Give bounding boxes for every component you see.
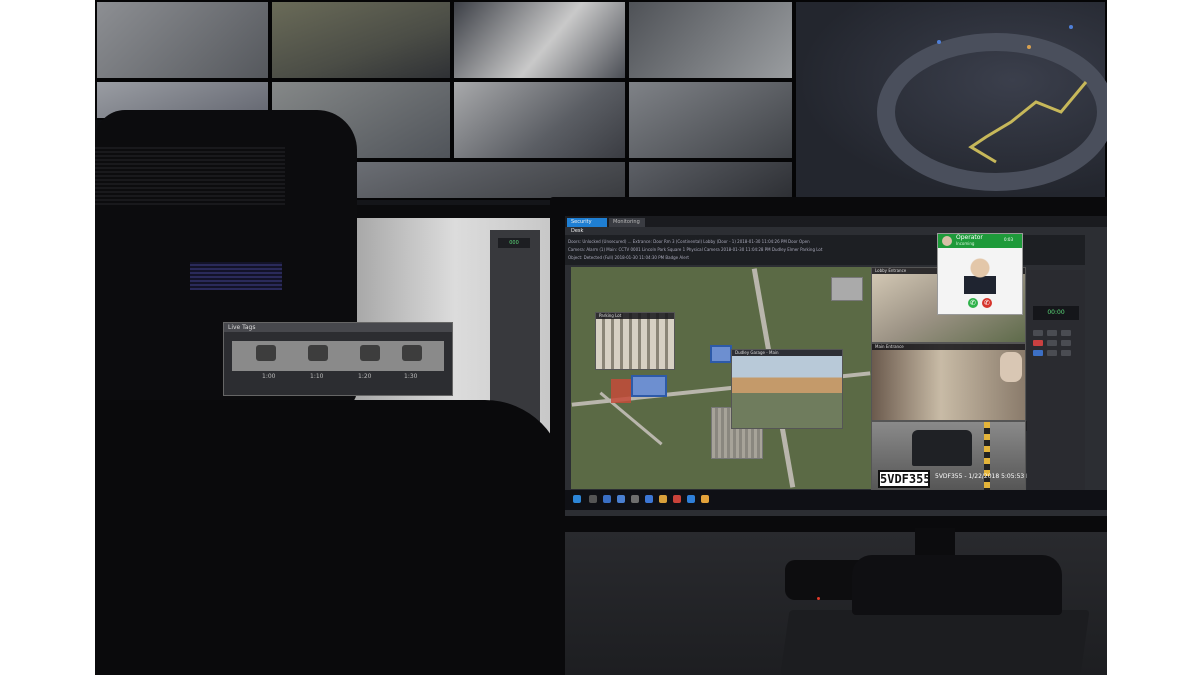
timeline-strip[interactable] [232, 341, 444, 371]
call-timer: 0:03 [1004, 237, 1013, 242]
tab-monitoring[interactable]: Monitoring [609, 218, 645, 227]
start-icon[interactable] [573, 495, 581, 503]
dialog-title: Live Tags [224, 323, 452, 332]
monitor-stand-base [852, 555, 1062, 615]
panel-button[interactable] [1047, 340, 1057, 346]
visitor-avatar [1000, 352, 1022, 382]
time-label: 1:30 [404, 373, 418, 380]
panel-button[interactable] [1061, 330, 1071, 336]
taskbar-app-icon[interactable] [645, 495, 653, 503]
panel-button[interactable] [1061, 340, 1071, 346]
video-wall-tile [627, 0, 794, 80]
operator-avatar [942, 236, 952, 246]
panel-button[interactable] [1061, 350, 1071, 356]
video-wall-map-tile [794, 0, 1107, 200]
accept-call-icon[interactable]: ✆ [968, 298, 978, 308]
taskbar-app-icon[interactable] [603, 495, 611, 503]
map-highlighted-building[interactable] [710, 345, 732, 363]
taskbar-app-icon[interactable] [631, 495, 639, 503]
operator-photo [964, 254, 996, 294]
left-panel-readout: 000 [498, 238, 530, 248]
timeline-thumbnail [360, 345, 380, 361]
camera-tile-entrance[interactable]: Main Entrance [871, 343, 1026, 421]
camera-title: Parking Lot [596, 313, 674, 319]
satellite-map[interactable]: Parking Lot Dudley Garage - Main [571, 267, 871, 489]
panel-button[interactable] [1047, 350, 1057, 356]
vehicle [912, 430, 972, 466]
ptz-control-panel: 00:00 [1027, 270, 1085, 490]
chair-mesh-reflection [190, 262, 282, 290]
operator-call-popup[interactable]: Operator Incoming 0:03 ✆ ✆ [937, 233, 1023, 315]
office-chair-back [95, 400, 565, 675]
plate-caption: 5VDF355 - 1/22/2018 5:05:53 PM [935, 473, 1035, 480]
video-wall-tile [355, 160, 627, 200]
map-zone [611, 379, 631, 403]
camera-title: Main Entrance [872, 344, 1025, 350]
taskbar-app-icon[interactable] [701, 495, 709, 503]
time-label: 1:00 [262, 373, 276, 380]
taskbar-app-icon[interactable] [673, 495, 681, 503]
panel-readout: 00:00 [1033, 306, 1079, 320]
power-led [817, 597, 820, 600]
time-label: 1:10 [310, 373, 324, 380]
taskbar-app-icon[interactable] [659, 495, 667, 503]
decline-call-icon[interactable]: ✆ [982, 298, 992, 308]
app-titlebar [565, 216, 1107, 227]
video-wall-tile [95, 0, 270, 80]
video-wall-tile [627, 160, 794, 200]
map-camera-parking[interactable]: Parking Lot [595, 312, 675, 370]
map-building [831, 277, 863, 301]
camera-title: Dudley Garage - Main [732, 350, 842, 356]
video-wall-tile [452, 80, 627, 160]
video-wall-tile [452, 0, 627, 80]
control-room-photo: 000 Live Tags 1:00 1:10 1:20 1:30 Securi… [95, 0, 1107, 675]
timeline-thumbnail [308, 345, 328, 361]
panel-button[interactable] [1047, 330, 1057, 336]
gate-barrier [984, 422, 990, 490]
panel-button[interactable] [1033, 350, 1043, 356]
timeline-thumbnail [402, 345, 422, 361]
panel-button[interactable] [1033, 340, 1043, 346]
video-wall-tile [270, 0, 452, 80]
timeline-thumbnail [256, 345, 276, 361]
taskbar-app-icon[interactable] [687, 495, 695, 503]
keyboard [780, 610, 1090, 675]
chair-mesh [95, 145, 285, 205]
taskbar-app-icon[interactable] [617, 495, 625, 503]
video-wall-tile [627, 80, 794, 160]
panel-button[interactable] [1033, 330, 1043, 336]
live-tags-dialog: Live Tags 1:00 1:10 1:20 1:30 [223, 322, 453, 396]
time-label: 1:20 [358, 373, 372, 380]
map-camera-garage[interactable]: Dudley Garage - Main [731, 349, 843, 429]
map-highlighted-building[interactable] [631, 375, 667, 397]
tab-security-desk[interactable]: Security Desk [567, 218, 607, 234]
taskbar-app-icon[interactable] [589, 495, 597, 503]
license-plate: 5VDF355 [878, 470, 931, 488]
operator-status: Incoming [956, 241, 975, 246]
